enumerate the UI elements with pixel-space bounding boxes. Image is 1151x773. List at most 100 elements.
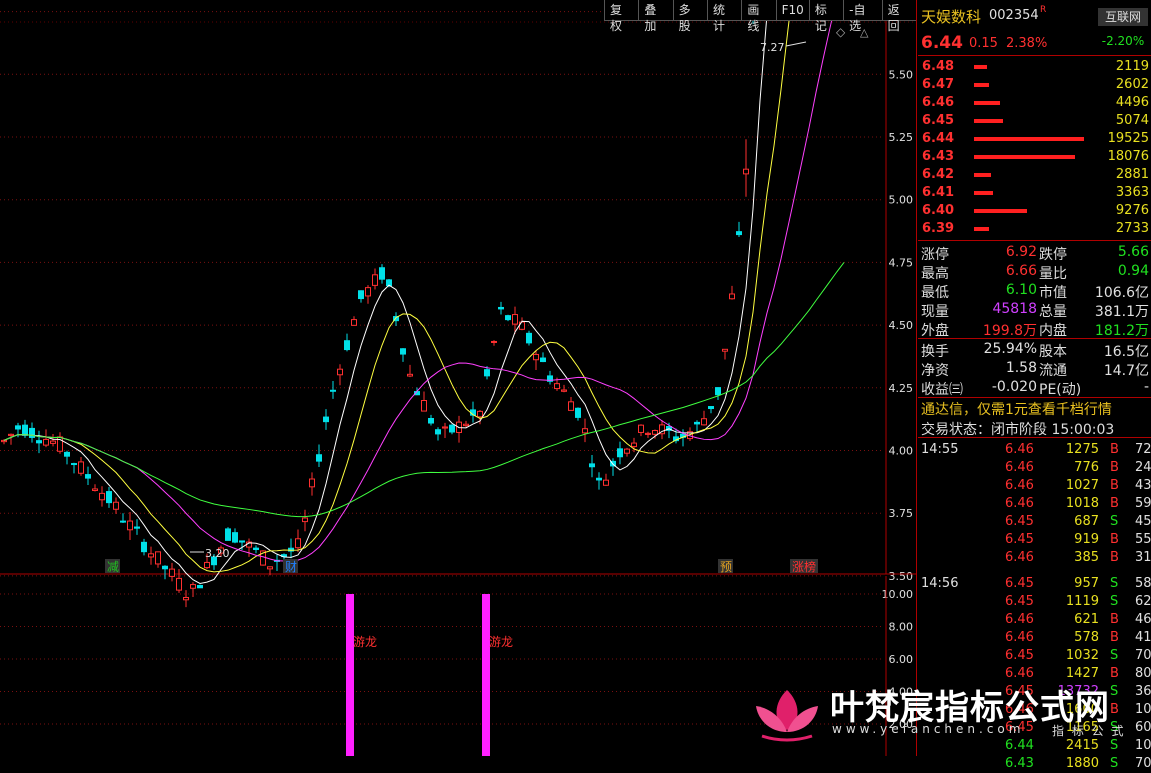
order-book-row[interactable]: 6.46 4496 bbox=[918, 94, 1151, 112]
tick-row[interactable]: 6.45 1119 S 62 bbox=[918, 593, 1151, 611]
candle-body bbox=[624, 448, 630, 454]
stat-label: 净资 bbox=[921, 363, 949, 379]
tick-row[interactable]: 6.45 687 S 45 bbox=[918, 513, 1151, 531]
toolbar-button[interactable]: F10 bbox=[775, 0, 809, 21]
high-arrow bbox=[785, 41, 807, 47]
tick-count: 24 bbox=[1135, 460, 1151, 475]
order-volume-bar bbox=[974, 173, 991, 177]
stat-label: 外盘 bbox=[921, 323, 949, 339]
toolbar-button[interactable]: 返回 bbox=[881, 0, 916, 33]
tick-row[interactable]: 6.46 776 B 24 bbox=[918, 459, 1151, 477]
order-book-row[interactable]: 6.48 2119 bbox=[918, 58, 1151, 76]
low-price-label: 3.20 bbox=[205, 547, 230, 560]
tick-time: 14:56 bbox=[921, 576, 959, 591]
tick-row[interactable]: 6.43 1880 S 70 bbox=[918, 755, 1151, 773]
candle-body bbox=[596, 477, 602, 481]
candle-body bbox=[120, 520, 126, 523]
price-change: 0.15 bbox=[969, 36, 998, 51]
stat-label: 股本 bbox=[1039, 344, 1067, 360]
tick-row[interactable]: 6.46 621 B 46 bbox=[918, 611, 1151, 629]
candle-body bbox=[351, 319, 357, 326]
toolbar-button[interactable]: -自选 bbox=[843, 0, 882, 33]
candle-body bbox=[736, 231, 742, 236]
order-volume-bar bbox=[974, 227, 989, 231]
kline-chart[interactable]: 7.006.756.506.256.005.755.505.255.004.75… bbox=[0, 0, 916, 756]
stat-label: 最高 bbox=[921, 266, 949, 282]
ma20-line bbox=[3, 0, 837, 562]
indicator-bar bbox=[346, 594, 354, 756]
toolbar-button[interactable]: 标记 bbox=[808, 0, 844, 33]
candle-body bbox=[379, 267, 385, 280]
tick-volume: 578 bbox=[1074, 630, 1099, 645]
tick-row[interactable]: 14:55 6.46 1275 B 72 bbox=[918, 441, 1151, 459]
stat-value: 0.94 bbox=[1117, 263, 1149, 279]
tick-row[interactable]: 14:56 6.45 957 S 58 bbox=[918, 575, 1151, 593]
tick-row[interactable]: 6.46 1018 B 59 bbox=[918, 495, 1151, 513]
order-book-row[interactable]: 6.44 19525 bbox=[918, 130, 1151, 148]
tick-price: 6.45 bbox=[1005, 514, 1034, 529]
candle-body bbox=[708, 406, 714, 410]
tick-direction: B bbox=[1110, 630, 1119, 645]
watermark: 叶梵宸指标公式网 www.yefanchen.com 指 标 公 式 bbox=[752, 676, 1151, 756]
stat-row: 现量 45818 总量 381.1万 bbox=[918, 300, 1151, 320]
candle-body bbox=[148, 553, 154, 558]
order-book-row[interactable]: 6.47 2602 bbox=[918, 76, 1151, 94]
order-volume-bar bbox=[974, 155, 1075, 159]
tick-direction: S bbox=[1110, 756, 1119, 771]
order-book-row[interactable]: 6.43 18076 bbox=[918, 148, 1151, 166]
stat-label: 现量 bbox=[921, 304, 949, 320]
tick-direction: B bbox=[1110, 550, 1119, 565]
candle-body bbox=[428, 418, 434, 424]
kline-chart-area[interactable]: 7.006.756.506.256.005.755.505.255.004.75… bbox=[0, 0, 916, 756]
price-tick-label: 4.00 bbox=[889, 445, 914, 458]
order-book-row[interactable]: 6.42 2881 bbox=[918, 166, 1151, 184]
ad-banner[interactable]: 通达信，仅需1元查看千档行情 bbox=[921, 399, 1112, 419]
quote-panel: 天娱数科 002354 R 互联网 6.44 0.15 2.38% -2.20%… bbox=[918, 0, 1151, 771]
indicator-bar bbox=[482, 594, 490, 756]
tick-row[interactable]: 6.46 385 B 31 bbox=[918, 549, 1151, 567]
order-price: 6.46 bbox=[922, 95, 955, 110]
tick-row[interactable]: 6.45 919 B 55 bbox=[918, 531, 1151, 549]
tick-count: 41 bbox=[1135, 630, 1151, 645]
order-volume: 3363 bbox=[1115, 185, 1149, 200]
order-book-row[interactable]: 6.41 3363 bbox=[918, 184, 1151, 202]
candle-body bbox=[743, 168, 749, 175]
order-book-row[interactable]: 6.45 5074 bbox=[918, 112, 1151, 130]
candle-body bbox=[575, 407, 581, 418]
order-volume: 9276 bbox=[1115, 203, 1149, 218]
candle-body bbox=[85, 474, 91, 479]
order-book-row[interactable]: 6.40 9276 bbox=[918, 202, 1151, 220]
tick-volume: 1119 bbox=[1065, 594, 1099, 609]
tick-count: 46 bbox=[1135, 612, 1151, 627]
price-tick-label: 3.75 bbox=[889, 507, 914, 520]
tick-count: 31 bbox=[1135, 550, 1151, 565]
stat-value: 199.8万 bbox=[982, 323, 1037, 339]
toolbar-button[interactable]: 叠加 bbox=[638, 0, 673, 33]
order-price: 6.44 bbox=[922, 131, 955, 146]
toolbar-button[interactable]: 复权 bbox=[604, 0, 639, 33]
candle-body bbox=[512, 314, 518, 325]
stat-value: 5.66 bbox=[1117, 244, 1149, 260]
candle-body bbox=[449, 424, 455, 433]
toolbar-button[interactable]: 画线 bbox=[741, 0, 776, 33]
candle-body bbox=[15, 425, 21, 430]
r-mark: R bbox=[1040, 5, 1047, 15]
stat-row: 涨停 6.92 跌停 5.66 bbox=[918, 243, 1151, 263]
order-book-row[interactable]: 6.39 2733 bbox=[918, 220, 1151, 238]
candle-body bbox=[204, 561, 210, 569]
sector-button[interactable]: 互联网 bbox=[1098, 8, 1148, 26]
tick-row[interactable]: 6.45 1032 S 70 bbox=[918, 647, 1151, 665]
candle-body bbox=[162, 565, 168, 570]
tick-direction: B bbox=[1110, 460, 1119, 475]
order-price: 6.41 bbox=[922, 185, 955, 200]
tick-count: 59 bbox=[1135, 496, 1151, 511]
tick-row[interactable]: 6.46 578 B 41 bbox=[918, 629, 1151, 647]
tick-volume: 1032 bbox=[1065, 648, 1099, 663]
divider bbox=[918, 397, 1151, 398]
stat-row: 最高 6.66 量比 0.94 bbox=[918, 262, 1151, 282]
chart-toolbar: 复权 叠加 多股 统计 画线 F10 标记 -自选 返回 bbox=[604, 0, 916, 33]
toolbar-button[interactable]: 统计 bbox=[706, 0, 742, 33]
toolbar-button[interactable]: 多股 bbox=[672, 0, 707, 33]
tick-price: 6.46 bbox=[1005, 550, 1034, 565]
tick-row[interactable]: 6.46 1027 B 43 bbox=[918, 477, 1151, 495]
